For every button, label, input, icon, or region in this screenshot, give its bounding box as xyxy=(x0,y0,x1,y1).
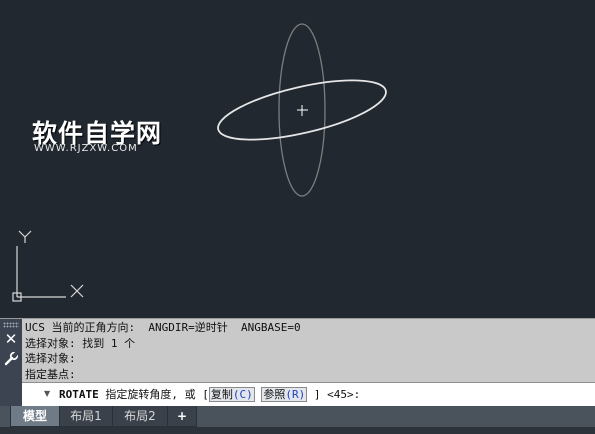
option-reference[interactable]: 参照(R) xyxy=(261,387,308,402)
layout-tab-bar: 模型 布局1 布局2 + xyxy=(0,406,595,434)
close-icon[interactable]: ✕ xyxy=(4,331,18,347)
command-prompt: ROTATE 指定旋转角度, 或 [复制(C) 参照(R) ] <45>: xyxy=(59,387,361,402)
option-reference-label: 参照 xyxy=(263,388,286,401)
command-window-handle[interactable]: ✕ xyxy=(0,319,22,407)
recent-commands-icon[interactable]: ▼ xyxy=(44,389,52,399)
grip-icon[interactable] xyxy=(3,322,19,328)
prompt-text: 指定旋转角度, 或 [ xyxy=(105,388,209,401)
option-reference-key: (R) xyxy=(285,388,306,401)
tab-layout1[interactable]: 布局1 xyxy=(59,406,113,427)
history-line: UCS 当前的正角方向: ANGDIR=逆时针 ANGBASE=0 xyxy=(25,321,301,334)
command-line-input[interactable]: ▼ ROTATE 指定旋转角度, 或 [复制(C) 参照(R) ] <45>: xyxy=(22,382,595,407)
drawing-area[interactable]: 软件自学网 WWW.RJZXW.COM xyxy=(0,0,595,318)
history-line: 指定基点: xyxy=(25,367,76,381)
tab-bar-bottom xyxy=(0,427,595,434)
ucs-icon xyxy=(12,230,84,302)
option-copy[interactable]: 复制(C) xyxy=(208,387,255,402)
drawing-canvas[interactable] xyxy=(0,0,595,318)
prompt-suffix: ] <45>: xyxy=(313,388,361,401)
tab-layout2[interactable]: 布局2 xyxy=(112,406,168,427)
wrench-icon[interactable] xyxy=(3,351,19,367)
history-line: 选择对象: 找到 1 个 xyxy=(25,336,136,350)
option-copy-label: 复制 xyxy=(210,388,233,401)
command-window: ✕ UCS 当前的正角方向: ANGDIR=逆时针 ANGBASE=0 选择对象… xyxy=(0,318,595,407)
watermark-url: WWW.RJZXW.COM xyxy=(34,143,138,154)
option-copy-key: (C) xyxy=(232,388,253,401)
history-line: 选择对象: xyxy=(25,352,76,365)
base-point-crosshair xyxy=(297,105,308,116)
tab-model[interactable]: 模型 xyxy=(10,406,60,427)
add-layout-button[interactable]: + xyxy=(167,406,197,427)
command-history: UCS 当前的正角方向: ANGDIR=逆时针 ANGBASE=0 选择对象: … xyxy=(25,320,590,382)
command-name: ROTATE xyxy=(59,388,99,401)
cad-window: 软件自学网 WWW.RJZXW.COM ✕ UCS 当前的正角方向: ANGDI… xyxy=(0,0,595,434)
